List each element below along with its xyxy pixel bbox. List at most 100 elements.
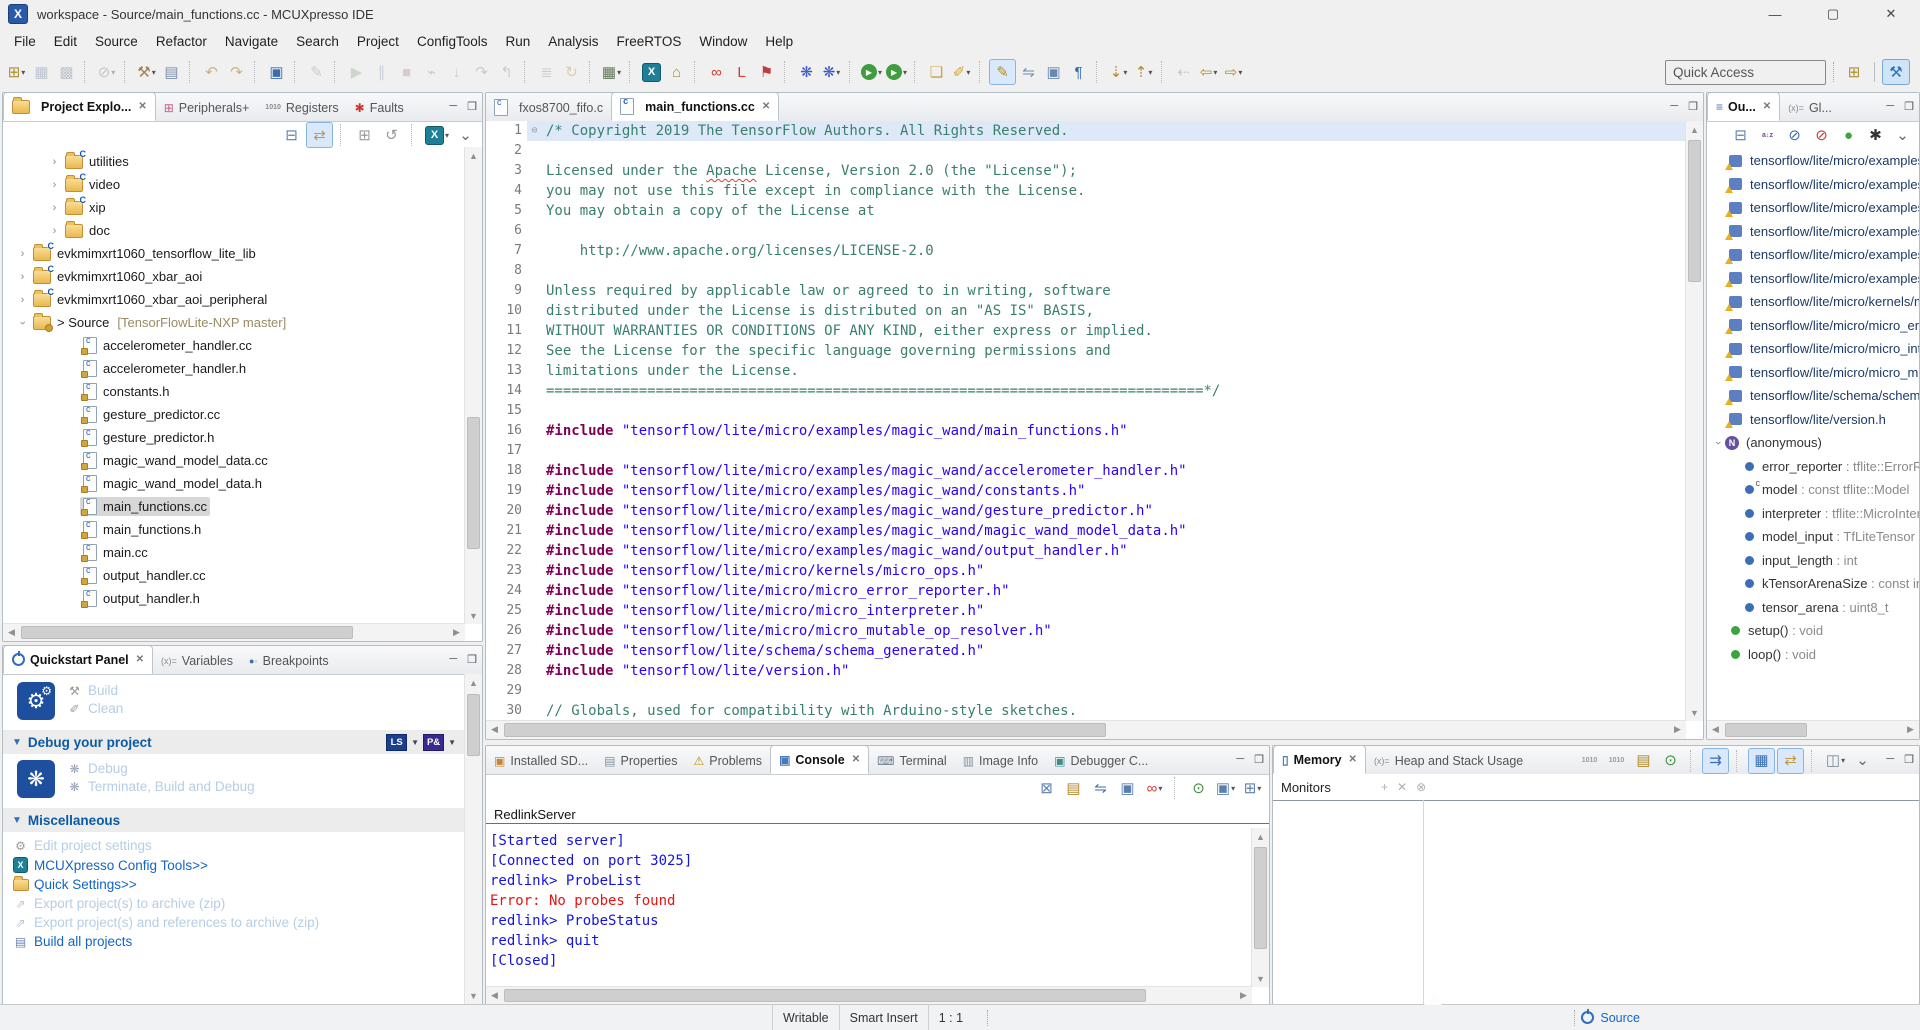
- minimize-view-button[interactable]: ─: [449, 653, 457, 666]
- scroll-up-icon[interactable]: ▲: [1252, 828, 1269, 845]
- tree-item-constants-h[interactable]: constants.h: [3, 380, 465, 403]
- chevron-collapsed-icon[interactable]: ›: [47, 179, 62, 191]
- scroll-up-icon[interactable]: ▲: [1686, 121, 1703, 138]
- outline-member-error-reporter[interactable]: error_reporter : tflite::ErrorReporter: [1707, 455, 1919, 479]
- console-tab-console[interactable]: ▣Console✕: [770, 745, 869, 774]
- mark-occurrences-button[interactable]: ✎: [989, 59, 1016, 85]
- tree-item-magic-wand-model-data-h[interactable]: magic_wand_model_data.h: [3, 472, 465, 495]
- minimize-view-button[interactable]: ─: [1670, 100, 1678, 113]
- line-number[interactable]: 1: [486, 121, 527, 141]
- menu-search[interactable]: Search: [287, 31, 348, 52]
- radix-decimal-button[interactable]: 1010: [1577, 749, 1602, 773]
- tree-item-evkmimxrt1060-tensorflow-lite-lib[interactable]: ›evkmimxrt1060_tensorflow_lite_lib: [3, 242, 465, 265]
- menu-refactor[interactable]: Refactor: [147, 31, 216, 52]
- next-annotation-button[interactable]: ⇣▾: [1106, 60, 1131, 84]
- line-number[interactable]: 16: [486, 421, 527, 441]
- filter-grid-button[interactable]: ✱: [1863, 123, 1888, 147]
- undo-button[interactable]: ↶: [199, 60, 224, 84]
- menu-freertos[interactable]: FreeRTOS: [608, 31, 691, 52]
- open-perspective-button[interactable]: ⊞: [1841, 60, 1867, 84]
- previous-annotation-button[interactable]: ⇡▾: [1131, 60, 1156, 84]
- quickstart-tab-breakpoints[interactable]: ●◦Breakpoints: [241, 647, 337, 674]
- console-tab-installed-sd[interactable]: ▣Installed SD...: [486, 747, 596, 774]
- debug-configurations-button[interactable]: ❋▾: [819, 60, 844, 84]
- boot-tool-button[interactable]: L: [729, 60, 754, 84]
- back-button[interactable]: ⇦▾: [1196, 60, 1221, 84]
- line-number[interactable]: 8: [486, 261, 527, 281]
- quickstart-vertical-scrollbar[interactable]: ▲ ▼: [464, 674, 482, 1004]
- save-button[interactable]: ▦: [29, 60, 54, 84]
- outline-member-interpreter[interactable]: interpreter : tflite::MicroInterpreter: [1707, 502, 1919, 526]
- scroll-right-icon[interactable]: ▶: [1902, 721, 1919, 738]
- outline-list[interactable]: tensorflow/lite/micro/examples/magic_wan…: [1707, 147, 1919, 721]
- console-horizontal-scrollbar[interactable]: ◀ ▶: [486, 986, 1252, 1004]
- project-explorer-horizontal-scrollbar[interactable]: ◀ ▶: [3, 623, 465, 641]
- line-number[interactable]: 3: [486, 161, 527, 181]
- scroll-up-icon[interactable]: ▲: [465, 674, 482, 691]
- line-number[interactable]: 13: [486, 361, 527, 381]
- close-icon[interactable]: ✕: [138, 101, 146, 112]
- scroll-down-icon[interactable]: ▼: [1252, 970, 1269, 987]
- chevron-down-icon[interactable]: ▼: [411, 738, 419, 747]
- remove-monitor-button[interactable]: ✕: [1397, 780, 1407, 794]
- develop-perspective-button[interactable]: ⚒: [1882, 59, 1910, 85]
- scroll-down-icon[interactable]: ▼: [465, 607, 482, 624]
- block-selection-button[interactable]: ✎: [304, 60, 329, 84]
- outline-tab-gl[interactable]: (x)=Gl...: [1780, 94, 1840, 121]
- outline-include-tensorflow-lite-micro-examples-magic-wand-accelerometer-handler-h[interactable]: tensorflow/lite/micro/examples/magic_wan…: [1707, 173, 1919, 197]
- skip-all-breakpoints-button[interactable]: ⊘▾: [94, 60, 119, 84]
- radix-hex-button[interactable]: 1010: [1604, 749, 1629, 773]
- tree-item-source[interactable]: ›> Source[TensorFlowLite-NXP master]: [3, 311, 465, 334]
- hide-static-members-button[interactable]: ⊘: [1809, 123, 1834, 147]
- menu-analysis[interactable]: Analysis: [539, 31, 607, 52]
- pin-memory-monitor-button[interactable]: ⊙: [1658, 749, 1683, 773]
- tree-item-xip[interactable]: ›xip: [3, 196, 465, 219]
- terminate-button[interactable]: ■: [394, 60, 419, 84]
- quickstart-link-debug[interactable]: ❋Debug: [67, 761, 255, 776]
- outline-tab-ou[interactable]: ≡Ou...✕: [1707, 92, 1780, 121]
- line-number[interactable]: 22: [486, 541, 527, 561]
- step-return-button[interactable]: ↰: [494, 60, 519, 84]
- redlink-connection-button[interactable]: ∞▾: [1142, 776, 1167, 800]
- quickstart-link-clean[interactable]: ✐Clean: [67, 701, 123, 716]
- scrollbar-thumb[interactable]: [21, 626, 353, 639]
- menu-file[interactable]: File: [5, 31, 45, 52]
- tree-item-accelerometer-handler-h[interactable]: accelerometer_handler.h: [3, 357, 465, 380]
- line-number[interactable]: 24: [486, 581, 527, 601]
- console-tab-terminal[interactable]: ⌨Terminal: [869, 747, 955, 774]
- quickstart-link-build-all-projects[interactable]: ▤Build all projects: [13, 934, 465, 949]
- linkserver-badge[interactable]: LS: [386, 734, 407, 751]
- line-number[interactable]: 19: [486, 481, 527, 501]
- open-snippets-button[interactable]: ❏: [924, 60, 949, 84]
- debug-bug-button[interactable]: ❋: [794, 60, 819, 84]
- project-explorer-tree[interactable]: ›utilities›video›xip›doc›evkmimxrt1060_t…: [3, 147, 465, 624]
- tree-item-output-handler-cc[interactable]: output_handler.cc: [3, 564, 465, 587]
- redo-button[interactable]: ↷: [224, 60, 249, 84]
- outline-anonymous-namespace[interactable]: ›N(anonymous): [1707, 431, 1919, 455]
- minimize-view-button[interactable]: ─: [1886, 100, 1894, 113]
- clear-console-button[interactable]: ⊠: [1034, 776, 1059, 800]
- outline-include-tensorflow-lite-micro-micro-error-reporter-h[interactable]: tensorflow/lite/micro/micro_error_report…: [1707, 314, 1919, 338]
- menu-project[interactable]: Project: [348, 31, 408, 52]
- debug-section-header[interactable]: ▼ Debug your project LS▼ P&▼: [3, 730, 465, 754]
- link-with-editor-button[interactable]: ⇄: [306, 122, 333, 148]
- pemicro-badge[interactable]: P&: [423, 734, 444, 751]
- console-output[interactable]: [Started server][Connected on port 3025]…: [486, 828, 1252, 987]
- instruction-stepping-button[interactable]: ≣: [534, 60, 559, 84]
- project-explorer-tab-registers[interactable]: 1010Registers: [257, 94, 346, 121]
- outline-include-tensorflow-lite-micro-examples-magic-wand-output-handler-h[interactable]: tensorflow/lite/micro/examples/magic_wan…: [1707, 267, 1919, 291]
- tree-item-video[interactable]: ›video: [3, 173, 465, 196]
- scroll-right-icon[interactable]: ▶: [1235, 987, 1252, 1004]
- quickstart-link-build[interactable]: ⚒Build: [67, 683, 123, 698]
- home-button[interactable]: ⌂: [664, 60, 689, 84]
- profile-button[interactable]: ▶▾: [884, 60, 909, 84]
- hide-non-public-button[interactable]: ●: [1836, 123, 1861, 147]
- outline-include-tensorflow-lite-micro-examples-magic-wand-constants-h[interactable]: tensorflow/lite/micro/examples/magic_wan…: [1707, 196, 1919, 220]
- switch-memory-unit-button[interactable]: ⇄: [1777, 748, 1804, 774]
- scroll-down-icon[interactable]: ▼: [1686, 704, 1703, 721]
- split-rendering-pane-button[interactable]: ◫▾: [1823, 749, 1848, 773]
- tree-item-evkmimxrt1060-xbar-aoi-peripheral[interactable]: ›evkmimxrt1060_xbar_aoi_peripheral: [3, 288, 465, 311]
- tree-item-gesture-predictor-cc[interactable]: gesture_predictor.cc: [3, 403, 465, 426]
- show-console-on-output-button[interactable]: ▣: [1115, 776, 1140, 800]
- display-selected-console-button[interactable]: ▣▾: [1213, 776, 1238, 800]
